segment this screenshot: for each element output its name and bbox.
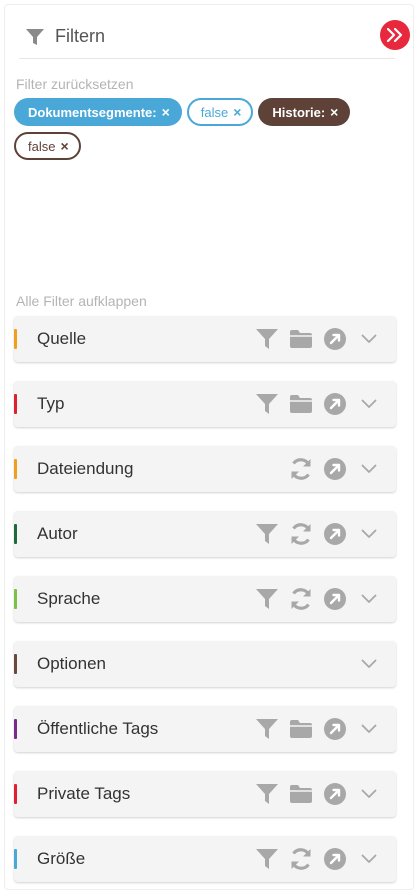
filter-icon (25, 27, 45, 47)
refresh-icon[interactable] (284, 576, 318, 622)
section-actions (352, 641, 386, 687)
section-label: Autor (37, 524, 78, 543)
double-chevron-right-icon (386, 27, 404, 43)
section-label: Größe (37, 849, 86, 868)
open-external-icon[interactable] (318, 316, 352, 362)
section-color-marker (14, 849, 17, 869)
folder-icon[interactable] (284, 771, 318, 817)
section-color-marker (14, 329, 17, 349)
section-label: Private Tags (37, 784, 131, 803)
section-label: Quelle (37, 329, 87, 348)
section-label: Sprache (37, 589, 101, 608)
section-actions (250, 836, 386, 882)
section-actions (250, 771, 386, 817)
chevron-down-icon[interactable] (352, 706, 386, 752)
chevron-down-icon[interactable] (352, 576, 386, 622)
section-color-marker (14, 524, 17, 544)
chip-value-label: false (200, 104, 229, 120)
section-label: Optionen (37, 654, 106, 673)
open-external-icon[interactable] (318, 771, 352, 817)
collapse-panel-button[interactable] (380, 20, 410, 50)
section-actions (284, 446, 386, 492)
filter-section[interactable]: Typ (14, 381, 396, 427)
section-actions (250, 381, 386, 427)
chevron-down-icon[interactable] (352, 446, 386, 492)
section-label: Dateiendung (37, 459, 134, 478)
filter-section[interactable]: Öffentliche Tags (14, 706, 396, 752)
chevron-down-icon[interactable] (352, 836, 386, 882)
open-external-icon[interactable] (318, 511, 352, 557)
remove-chip-icon[interactable]: × (60, 138, 68, 154)
open-external-icon[interactable] (318, 381, 352, 427)
folder-icon[interactable] (284, 316, 318, 362)
open-external-icon[interactable] (318, 836, 352, 882)
section-actions (250, 576, 386, 622)
filter-section[interactable]: Sprache (14, 576, 396, 622)
filter-section[interactable]: Optionen (14, 641, 396, 687)
chip-key-label: Historie: (272, 104, 326, 120)
section-label: Öffentliche Tags (37, 719, 159, 738)
refresh-icon[interactable] (284, 511, 318, 557)
panel-title: Filtern (55, 26, 106, 46)
section-actions (250, 706, 386, 752)
remove-chip-icon[interactable]: × (162, 104, 170, 120)
active-filter-chips: Dokumentsegmente: × false × Historie: × … (14, 98, 394, 160)
chevron-down-icon[interactable] (352, 316, 386, 362)
open-external-icon[interactable] (318, 446, 352, 492)
filter-icon[interactable] (250, 511, 284, 557)
filter-icon[interactable] (250, 381, 284, 427)
folder-icon[interactable] (284, 706, 318, 752)
open-external-icon[interactable] (318, 576, 352, 622)
expand-all-filters-link[interactable]: Alle Filter aufklappen (16, 293, 147, 309)
refresh-icon[interactable] (284, 836, 318, 882)
chip-value-label: false (28, 138, 56, 154)
filter-section[interactable]: Dateiendung (14, 446, 396, 492)
filter-chip-value: false × (14, 132, 81, 160)
section-color-marker (14, 784, 17, 804)
section-color-marker (14, 654, 17, 674)
reset-filters-link[interactable]: Filter zurücksetzen (16, 76, 133, 92)
folder-icon[interactable] (284, 381, 318, 427)
section-actions (250, 511, 386, 557)
filter-chip-value: false × (186, 98, 254, 126)
remove-chip-icon[interactable]: × (330, 104, 338, 120)
section-color-marker (14, 459, 17, 479)
filter-icon[interactable] (250, 706, 284, 752)
filter-header: Filtern (19, 15, 395, 59)
filter-chip-key: Historie: × (258, 98, 351, 126)
filter-icon[interactable] (250, 316, 284, 362)
filter-chip-key: Dokumentsegmente: × (14, 98, 182, 126)
filter-icon[interactable] (250, 771, 284, 817)
section-color-marker (14, 589, 17, 609)
filter-section[interactable]: Größe (14, 836, 396, 882)
filter-sections: Quelle Typ Dateiendung Autor Sprache Optionen… (14, 316, 396, 894)
chip-key-label: Dokumentsegmente: (28, 104, 157, 120)
section-color-marker (14, 394, 17, 414)
filter-section[interactable]: Autor (14, 511, 396, 557)
refresh-icon[interactable] (284, 446, 318, 492)
section-label: Typ (37, 394, 65, 413)
filter-icon[interactable] (250, 576, 284, 622)
chevron-down-icon[interactable] (352, 641, 386, 687)
filter-icon[interactable] (250, 836, 284, 882)
section-color-marker (14, 719, 17, 739)
filter-section[interactable]: Private Tags (14, 771, 396, 817)
filter-section[interactable]: Quelle (14, 316, 396, 362)
open-external-icon[interactable] (318, 706, 352, 752)
chevron-down-icon[interactable] (352, 381, 386, 427)
chevron-down-icon[interactable] (352, 771, 386, 817)
remove-chip-icon[interactable]: × (233, 104, 241, 120)
section-actions (250, 316, 386, 362)
chevron-down-icon[interactable] (352, 511, 386, 557)
